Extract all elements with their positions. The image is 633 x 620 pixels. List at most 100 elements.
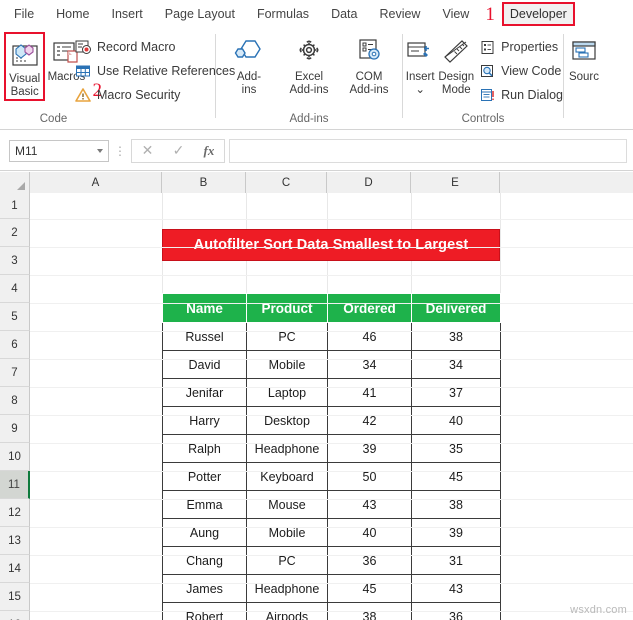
design-mode-button[interactable]: Design Mode	[437, 32, 475, 97]
formula-input[interactable]	[229, 138, 627, 163]
row-header-14[interactable]: 14	[0, 555, 30, 583]
row-header-13[interactable]: 13	[0, 527, 30, 555]
add-ins-button[interactable]: Add- ins	[219, 32, 279, 97]
sheet-area[interactable]: Autofilter Sort Data Smallest to Largest…	[30, 193, 633, 620]
table-cell-product[interactable]: Keyboard	[246, 462, 328, 491]
tab-review[interactable]: Review	[368, 0, 431, 28]
table-cell-name[interactable]: Chang	[162, 546, 247, 575]
table-cell-delivered[interactable]: 45	[411, 462, 501, 491]
table-cell-ordered[interactable]: 36	[327, 546, 412, 575]
table-cell-delivered[interactable]: 38	[411, 490, 501, 519]
table-cell-name[interactable]: Ralph	[162, 434, 247, 463]
table-cell-name[interactable]: Jenifar	[162, 378, 247, 407]
table-cell-delivered[interactable]: 38	[411, 322, 501, 351]
com-add-ins-button[interactable]: COM Add-ins	[339, 32, 399, 97]
row-header-5[interactable]: 5	[0, 303, 30, 331]
tab-formulas[interactable]: Formulas	[246, 0, 320, 28]
table-cell-product[interactable]: PC	[246, 546, 328, 575]
table-cell-delivered[interactable]: 43	[411, 574, 501, 603]
table-cell-delivered[interactable]: 34	[411, 350, 501, 379]
table-cell-ordered[interactable]: 45	[327, 574, 412, 603]
cancel-icon[interactable]: ✕	[142, 142, 154, 159]
source-button[interactable]: Sourc	[564, 32, 604, 84]
view-code-button[interactable]: View Code	[477, 60, 563, 82]
table-cell-product[interactable]: Mobile	[246, 518, 328, 547]
row-header-9[interactable]: 9	[0, 415, 30, 443]
table-header-product[interactable]: Product	[246, 293, 328, 323]
table-cell-delivered[interactable]: 31	[411, 546, 501, 575]
table-cell-delivered[interactable]: 37	[411, 378, 501, 407]
row-header-7[interactable]: 7	[0, 359, 30, 387]
chevron-down-icon[interactable]	[97, 148, 103, 153]
table-cell-product[interactable]: Desktop	[246, 406, 328, 435]
table-cell-product[interactable]: Mobile	[246, 350, 328, 379]
table-cell-name[interactable]: Emma	[162, 490, 247, 519]
row-header-1[interactable]: 1	[0, 193, 30, 219]
excel-window: File Home Insert Page Layout Formulas Da…	[0, 0, 633, 620]
table-cell-delivered[interactable]: 39	[411, 518, 501, 547]
table-cell-name[interactable]: David	[162, 350, 247, 379]
tab-developer[interactable]: Developer	[501, 2, 575, 26]
table-cell-name[interactable]: Aung	[162, 518, 247, 547]
insert-function-icon[interactable]: fx	[204, 143, 215, 159]
tab-home[interactable]: Home	[45, 0, 100, 28]
table-header-name[interactable]: Name	[162, 293, 247, 323]
table-row: Harry Desktop 42 40	[162, 406, 501, 435]
row-header-8[interactable]: 8	[0, 387, 30, 415]
table-header-delivered[interactable]: Delivered	[411, 293, 501, 323]
column-header-c[interactable]: C	[246, 172, 327, 193]
table-cell-delivered[interactable]: 40	[411, 406, 501, 435]
table-cell-product[interactable]: Headphone	[246, 434, 328, 463]
name-box[interactable]: M11	[9, 139, 109, 162]
table-cell-ordered[interactable]: 46	[327, 322, 412, 351]
table-cell-ordered[interactable]: 40	[327, 518, 412, 547]
table-cell-product[interactable]: Mouse	[246, 490, 328, 519]
table-cell-ordered[interactable]: 41	[327, 378, 412, 407]
table-cell-ordered[interactable]: 50	[327, 462, 412, 491]
row-header-16[interactable]: 16	[0, 611, 30, 620]
table-cell-ordered[interactable]: 34	[327, 350, 412, 379]
table-cell-ordered[interactable]: 42	[327, 406, 412, 435]
column-header-a[interactable]: A	[30, 172, 162, 193]
tab-data[interactable]: Data	[320, 0, 368, 28]
enter-icon[interactable]: ✓	[173, 142, 185, 159]
use-relative-references-button[interactable]: Use Relative References	[73, 60, 235, 82]
row-header-4[interactable]: 4	[0, 275, 30, 303]
row-header-3[interactable]: 3	[0, 247, 30, 275]
table-cell-name[interactable]: Potter	[162, 462, 247, 491]
com-add-ins-icon	[353, 35, 385, 69]
row-header-12[interactable]: 12	[0, 499, 30, 527]
formula-bar-grip[interactable]: ⋮	[109, 144, 131, 158]
row-header-11[interactable]: 11	[0, 471, 30, 499]
column-header-e[interactable]: E	[411, 172, 500, 193]
gridline-h	[30, 415, 633, 416]
table-cell-name[interactable]: James	[162, 574, 247, 603]
table-header-ordered[interactable]: Ordered	[327, 293, 412, 323]
tab-file[interactable]: File	[0, 0, 45, 28]
table-cell-name[interactable]: Russel	[162, 322, 247, 351]
record-macro-button[interactable]: Record Macro	[73, 36, 235, 58]
table-cell-ordered[interactable]: 43	[327, 490, 412, 519]
column-header-d[interactable]: D	[327, 172, 411, 193]
select-all-corner[interactable]	[0, 172, 30, 193]
row-header-10[interactable]: 10	[0, 443, 30, 471]
tab-insert[interactable]: Insert	[101, 0, 154, 28]
column-header-b[interactable]: B	[162, 172, 246, 193]
row-header-15[interactable]: 15	[0, 583, 30, 611]
tab-view[interactable]: View	[431, 0, 480, 28]
visual-basic-button[interactable]: Visual Basic	[4, 32, 46, 101]
table-cell-product[interactable]: PC	[246, 322, 328, 351]
table-cell-ordered[interactable]: 39	[327, 434, 412, 463]
table-cell-product[interactable]: Headphone	[246, 574, 328, 603]
run-dialog-button[interactable]: Run Dialog	[477, 84, 563, 106]
row-header-6[interactable]: 6	[0, 331, 30, 359]
table-cell-name[interactable]: Harry	[162, 406, 247, 435]
row-header-2[interactable]: 2	[0, 219, 30, 247]
excel-add-ins-button[interactable]: Excel Add-ins	[279, 32, 339, 97]
table-cell-delivered[interactable]: 35	[411, 434, 501, 463]
insert-control-button[interactable]: Insert ⌄	[403, 32, 437, 97]
macro-security-button[interactable]: Macro Security	[73, 84, 235, 106]
tab-page-layout[interactable]: Page Layout	[154, 0, 246, 28]
properties-button[interactable]: Properties	[477, 36, 563, 58]
table-cell-product[interactable]: Laptop	[246, 378, 328, 407]
